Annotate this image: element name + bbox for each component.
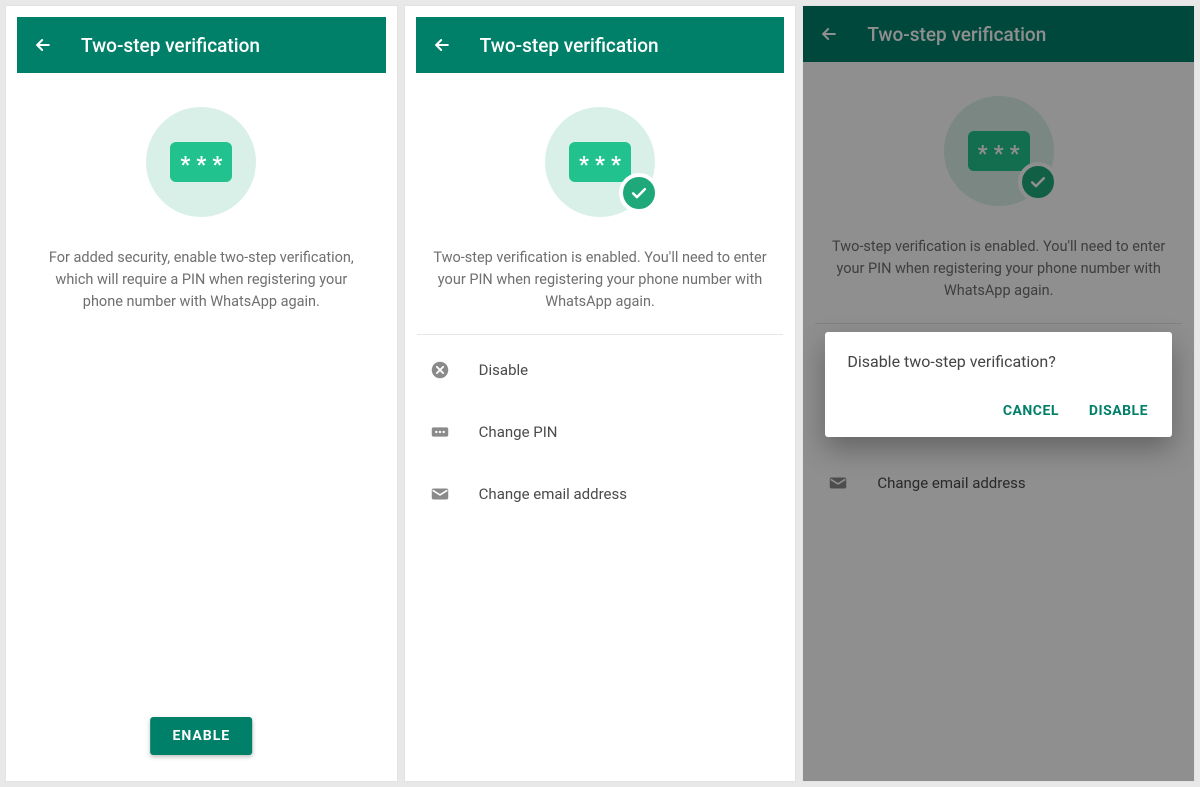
- menu-item-disable[interactable]: Disable: [405, 339, 796, 401]
- pin-badge: ***: [146, 107, 256, 217]
- description-text: For added security, enable two-step veri…: [6, 247, 397, 312]
- appbar-title: Two-step verification: [480, 34, 659, 57]
- back-arrow-icon[interactable]: [432, 35, 452, 55]
- hero: *** For added security, enable two-step …: [6, 73, 397, 312]
- menu-item-label: Disable: [479, 361, 528, 379]
- cancel-button[interactable]: CANCEL: [1001, 397, 1061, 425]
- checkmark-icon: [619, 173, 659, 213]
- disable-button[interactable]: DISABLE: [1087, 397, 1150, 425]
- hero: *** Two-step verification is enabled. Yo…: [405, 73, 796, 312]
- back-arrow-icon[interactable]: [33, 35, 53, 55]
- pin-card-icon: ***: [170, 142, 232, 182]
- menu-item-change-email[interactable]: Change email address: [405, 463, 796, 525]
- close-circle-icon: [429, 359, 451, 381]
- menu-item-label: Change email address: [479, 485, 627, 503]
- screen-manage: Two-step verification *** Two-step verif…: [405, 6, 796, 781]
- description-text: Two-step verification is enabled. You'll…: [405, 247, 796, 312]
- menu-item-change-pin[interactable]: Change PIN: [405, 401, 796, 463]
- screen-confirm-dialog: Two-step verification *** Two-step verif…: [803, 6, 1194, 781]
- pin-dots-icon: [429, 421, 451, 443]
- enable-button[interactable]: ENABLE: [150, 717, 252, 755]
- pin-badge-enabled: ***: [545, 107, 655, 217]
- pin-card-icon: ***: [569, 142, 631, 182]
- appbar: Two-step verification: [416, 17, 785, 73]
- email-icon: [429, 483, 451, 505]
- screen-enable: Two-step verification *** For added secu…: [6, 6, 397, 781]
- confirm-dialog: Disable two-step verification? CANCEL DI…: [825, 332, 1172, 437]
- options-menu: Disable Change PIN Change email address: [405, 335, 796, 525]
- appbar: Two-step verification: [17, 17, 386, 73]
- dialog-title: Disable two-step verification?: [847, 352, 1150, 371]
- appbar-title: Two-step verification: [81, 34, 260, 57]
- menu-item-label: Change PIN: [479, 423, 558, 441]
